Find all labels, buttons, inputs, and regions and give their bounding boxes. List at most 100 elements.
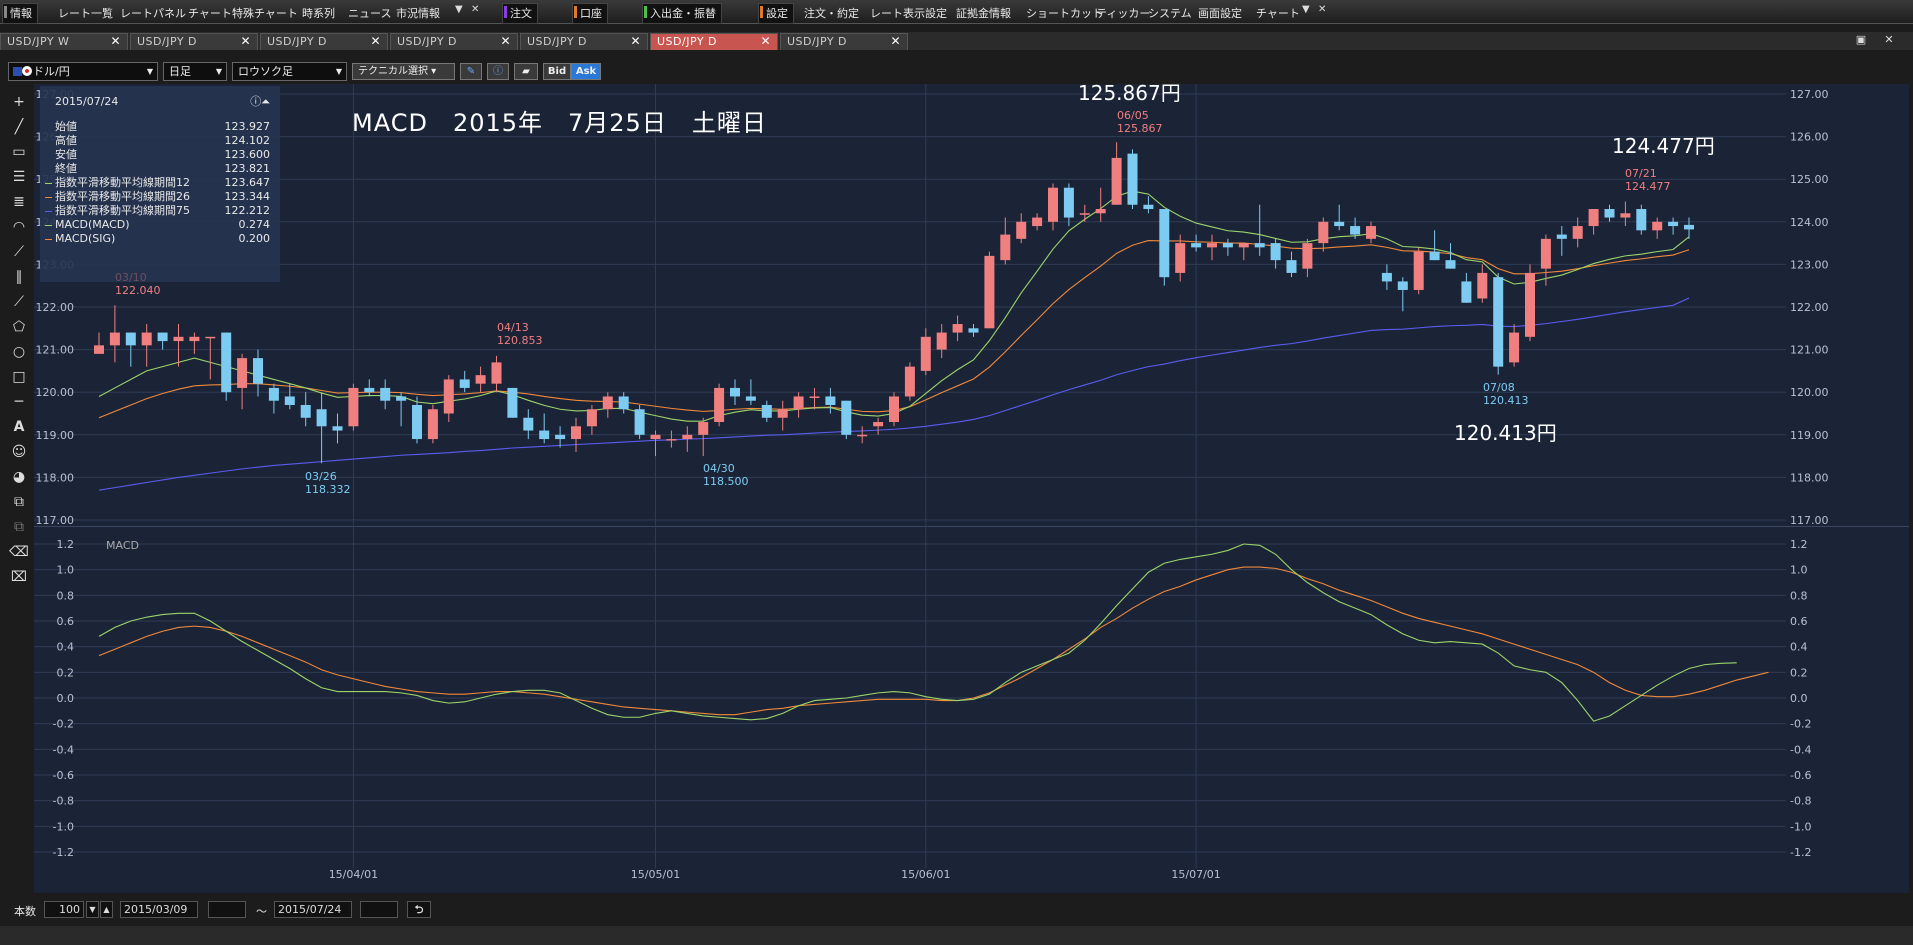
close-window-icon[interactable]: ✕	[1880, 33, 1898, 47]
tab-close-icon[interactable]: ✕	[760, 34, 771, 49]
paste-icon[interactable]: ⧉	[8, 516, 30, 538]
peak-label-0605: 06/05 125.867	[1117, 109, 1163, 135]
tab-close-icon[interactable]: ✕	[500, 34, 511, 49]
fan-icon[interactable]: ◠	[8, 216, 30, 238]
count-down-icon[interactable]: ▼	[86, 901, 99, 918]
peak-label-0310: 03/10 122.040	[115, 271, 161, 297]
crosshair-icon[interactable]: +	[8, 91, 30, 113]
menu-news[interactable]: ニュース	[348, 5, 391, 21]
menu-dropdown-icon[interactable]: ▼	[455, 4, 463, 15]
menu-ticker[interactable]: ティッカー	[1096, 5, 1150, 21]
tab-usdjpy-d-2[interactable]: USD/JPY D ✕	[260, 33, 388, 50]
candle-down	[1143, 204, 1154, 210]
smiley-icon[interactable]: ☺	[8, 441, 30, 463]
menu-deposit[interactable]: 入出金・振替	[642, 3, 722, 24]
menu-order-execution[interactable]: 注文・約定	[804, 5, 859, 21]
menu-close-icon-2[interactable]: ✕	[1318, 4, 1326, 15]
info-label: 高値	[55, 134, 77, 147]
tab-close-icon[interactable]: ✕	[240, 34, 251, 49]
menu-chart2[interactable]: チャート	[1256, 5, 1300, 21]
restore-window-icon[interactable]: ▣	[1852, 33, 1870, 47]
menu-order[interactable]: 注文	[502, 3, 538, 24]
bid-button[interactable]: Bid	[543, 63, 571, 80]
copy-icon[interactable]: ⧉	[8, 491, 30, 513]
currency-pair-select[interactable]: ドル/円	[8, 62, 158, 81]
date-from-input[interactable]: 2015/03/09	[120, 901, 198, 918]
candle-down	[1381, 272, 1392, 282]
menu-close-icon[interactable]: ✕	[471, 4, 479, 15]
panel-divider	[34, 526, 1909, 527]
ask-button[interactable]: Ask	[571, 63, 601, 80]
tab-usdjpy-d-4[interactable]: USD/JPY D ✕	[520, 33, 648, 50]
menu-time-series[interactable]: 時系列	[302, 5, 335, 21]
info-toggle-icon[interactable]: ⓘ⏶	[250, 93, 270, 109]
chart-icon[interactable]: ▰	[514, 63, 538, 80]
erase-all-icon[interactable]: ⌧	[8, 566, 30, 588]
menu-margin-info[interactable]: 証拠金情報	[956, 5, 1011, 21]
menu-screen[interactable]: 画面設定	[1198, 5, 1242, 21]
eraser-icon[interactable]: ⌫	[8, 541, 30, 563]
time-to-input[interactable]	[360, 901, 398, 918]
menu-shortcut[interactable]: ショートカット	[1026, 5, 1103, 21]
menu-chart[interactable]: チャート	[188, 5, 232, 21]
circle-icon[interactable]: ○	[8, 341, 30, 363]
macd-tick-right: -0.6	[1790, 769, 1811, 782]
tab-close-icon[interactable]: ✕	[630, 34, 641, 49]
paint-icon[interactable]: ◕	[8, 466, 30, 488]
tab-close-icon[interactable]: ✕	[370, 34, 381, 49]
legend-swatch	[45, 211, 52, 212]
candle-down	[1445, 260, 1456, 269]
menu-settings[interactable]: 設定	[758, 3, 794, 24]
menu-account[interactable]: 口座	[572, 3, 608, 24]
macd-tick-right: 0.4	[1790, 641, 1808, 654]
pen-icon[interactable]: ✎	[460, 63, 482, 80]
pentagon-icon[interactable]: ⬠	[8, 316, 30, 338]
menu-info[interactable]: 情報	[2, 3, 38, 24]
timeframe-select[interactable]: 日足	[163, 62, 227, 81]
ruler-icon[interactable]: ▭	[8, 141, 30, 163]
horizontal-lines-icon[interactable]: ☰	[8, 166, 30, 188]
count-up-icon[interactable]: ▲	[100, 901, 113, 918]
tab-close-icon[interactable]: ✕	[890, 34, 901, 49]
chart-type-select[interactable]: ロウソク足	[232, 62, 347, 81]
count-input[interactable]: 100	[44, 901, 84, 918]
menu-rate-display[interactable]: レート表示設定	[870, 5, 947, 21]
trendline-icon[interactable]: ╱	[8, 116, 30, 138]
technical-select-button[interactable]: テクニカル選択 ▾	[352, 63, 455, 80]
macd-tick-left: -0.4	[53, 743, 74, 756]
menu-market-info[interactable]: 市況情報	[396, 5, 440, 21]
text-icon[interactable]: A	[8, 416, 30, 438]
menu-rate-list[interactable]: レート一覧	[58, 5, 113, 21]
fibonacci-icon[interactable]: ≣	[8, 191, 30, 213]
candle-up	[237, 358, 248, 388]
channel-icon[interactable]: ⟋	[8, 241, 30, 263]
vertical-lines-icon[interactable]: ∥	[8, 266, 30, 288]
peak-price: 124.477	[1625, 180, 1671, 193]
candle-down	[1350, 226, 1361, 235]
reset-range-icon[interactable]: ⮌	[407, 901, 431, 918]
candle-down	[634, 409, 645, 435]
menu-system[interactable]: システム	[1148, 5, 1192, 21]
candle-up	[873, 422, 884, 427]
tab-label: USD/JPY D	[397, 35, 458, 48]
tab-usdjpy-d-active[interactable]: USD/JPY D ✕	[650, 33, 778, 50]
candle-up	[984, 255, 995, 329]
tab-usdjpy-w[interactable]: USD/JPY W ✕	[0, 33, 128, 50]
tab-usdjpy-d-3[interactable]: USD/JPY D ✕	[390, 33, 518, 50]
pitchfork-icon[interactable]: ⟋	[8, 291, 30, 313]
rectangle-icon[interactable]: □	[8, 366, 30, 388]
tab-usdjpy-d-6[interactable]: USD/JPY D ✕	[780, 33, 908, 50]
info-icon[interactable]: ⓘ	[487, 63, 509, 80]
menu-rate-panel[interactable]: レートパネル	[120, 5, 186, 21]
time-from-input[interactable]	[208, 901, 246, 918]
menu-special-chart[interactable]: 特殊チャート	[232, 5, 298, 21]
macd-tick-left: -1.0	[53, 820, 74, 833]
line-icon[interactable]: ─	[8, 391, 30, 413]
tab-label: USD/JPY D	[527, 35, 588, 48]
tab-close-icon[interactable]: ✕	[110, 34, 121, 49]
date-to-input[interactable]: 2015/07/24	[274, 901, 352, 918]
candle-down	[380, 387, 391, 401]
menu-dropdown-icon-2[interactable]: ▼	[1302, 4, 1310, 15]
tab-usdjpy-d-1[interactable]: USD/JPY D ✕	[130, 33, 258, 50]
menu-deposit-label: 入出金・振替	[650, 7, 716, 20]
